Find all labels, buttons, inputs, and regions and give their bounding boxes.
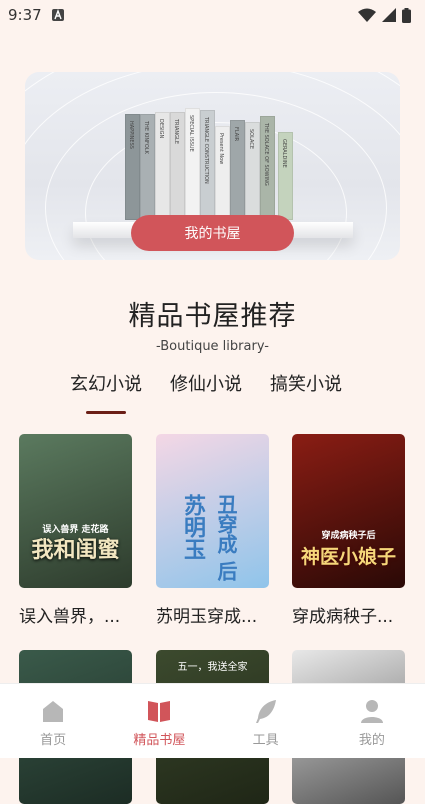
book-spine-label: HAPPINESS [128, 121, 134, 149]
a-icon [51, 9, 64, 21]
bottom-nav: 首页 精品书屋 工具 我的 [0, 683, 425, 758]
book-spine: HAPPINESS [125, 114, 140, 220]
cover-subtitle: 丑穿成 后 [214, 494, 238, 581]
book-spine: TRIANGLE CONSTRUCTION [200, 110, 215, 220]
category-tabs: 玄幻小说 修仙小说 搞笑小说 [70, 370, 342, 414]
book-spine: SPECIAL ISSUE [185, 108, 200, 220]
nav-tools-label: 工具 [252, 733, 279, 748]
book-title[interactable]: 苏明玉穿成... [156, 602, 269, 627]
book-spine-label: Present Now [218, 133, 224, 165]
book-icon [148, 701, 171, 722]
book-spine: THE SOLACE OF SOWING [260, 116, 275, 220]
book-card[interactable]: 我和闺蜜 误入兽界 走花路 误入兽界，... [19, 434, 132, 627]
signal-icon [382, 8, 396, 22]
book-spine-label: SOLACE [248, 129, 254, 149]
book-spine: SOLACE [245, 122, 260, 220]
book-spine-label: FLAIR [233, 127, 239, 142]
book-cover[interactable]: 苏明玉 丑穿成 后 [156, 434, 269, 588]
book-spine: DESIGN [155, 112, 170, 220]
cover-title: 神医小娘子 [300, 546, 396, 568]
wifi-icon [358, 8, 376, 22]
nav-mine[interactable]: 我的 [319, 684, 425, 758]
book-spine-label: TRIANGLE CONSTRUCTION [203, 117, 209, 184]
book-spine: GERALDINE [278, 132, 293, 220]
book-spine-label: GERALDINE [281, 139, 287, 168]
person-icon [360, 700, 383, 723]
nav-home-label: 首页 [40, 733, 67, 748]
book-spine-label: THE KINFOLK [143, 121, 149, 154]
book-spine: TRIANGLE [170, 112, 185, 220]
nav-tools[interactable]: 工具 [213, 684, 319, 758]
book-spine-label: THE SOLACE OF SOWING [263, 123, 269, 186]
battery-icon [402, 7, 411, 23]
cover-subtitle: 穿成病秧子后 [321, 531, 376, 541]
page-title: 精品书屋推荐 [128, 301, 297, 332]
nav-home[interactable]: 首页 [0, 684, 106, 758]
book-spine: Present Now [215, 126, 230, 220]
book-spine-label: TRIANGLE [173, 119, 179, 144]
book-card[interactable]: 苏明玉 丑穿成 后 苏明玉穿成... [156, 434, 269, 627]
book-cover[interactable]: 我和闺蜜 误入兽界 走花路 [19, 434, 132, 588]
cover-subtitle: 误入兽界 走花路 [42, 525, 109, 535]
cover-title: 苏明玉 [180, 494, 205, 560]
book-spine: THE KINFOLK [140, 114, 155, 220]
nav-boutique[interactable]: 精品书屋 [106, 684, 212, 758]
book-spine: FLAIR [230, 120, 245, 220]
book-cover[interactable]: 神医小娘子 穿成病秧子后 [292, 434, 405, 588]
cover-title: 我和闺蜜 [31, 538, 120, 563]
book-title[interactable]: 穿成病秧子... [292, 602, 405, 627]
status-time: 9:37 [8, 6, 42, 24]
tab-comedy[interactable]: 搞笑小说 [270, 370, 342, 414]
cover-title: 五一，我送全家 [177, 662, 248, 673]
feather-icon [255, 700, 276, 723]
home-icon [43, 701, 64, 722]
tab-fantasy[interactable]: 玄幻小说 [70, 370, 142, 414]
book-spine-label: SPECIAL ISSUE [188, 115, 194, 152]
tab-cultivation[interactable]: 修仙小说 [170, 370, 242, 414]
nav-boutique-label: 精品书屋 [133, 733, 186, 748]
page-subtitle: -Boutique library- [156, 339, 269, 354]
book-title[interactable]: 误入兽界，... [19, 602, 132, 627]
book-spine-label: DESIGN [158, 119, 164, 139]
my-bookshelf-button[interactable]: 我的书屋 [131, 215, 294, 251]
book-card[interactable]: 神医小娘子 穿成病秧子后 穿成病秧子... [292, 434, 405, 627]
status-bar: 9:37 [0, 0, 425, 30]
nav-mine-label: 我的 [358, 733, 385, 748]
